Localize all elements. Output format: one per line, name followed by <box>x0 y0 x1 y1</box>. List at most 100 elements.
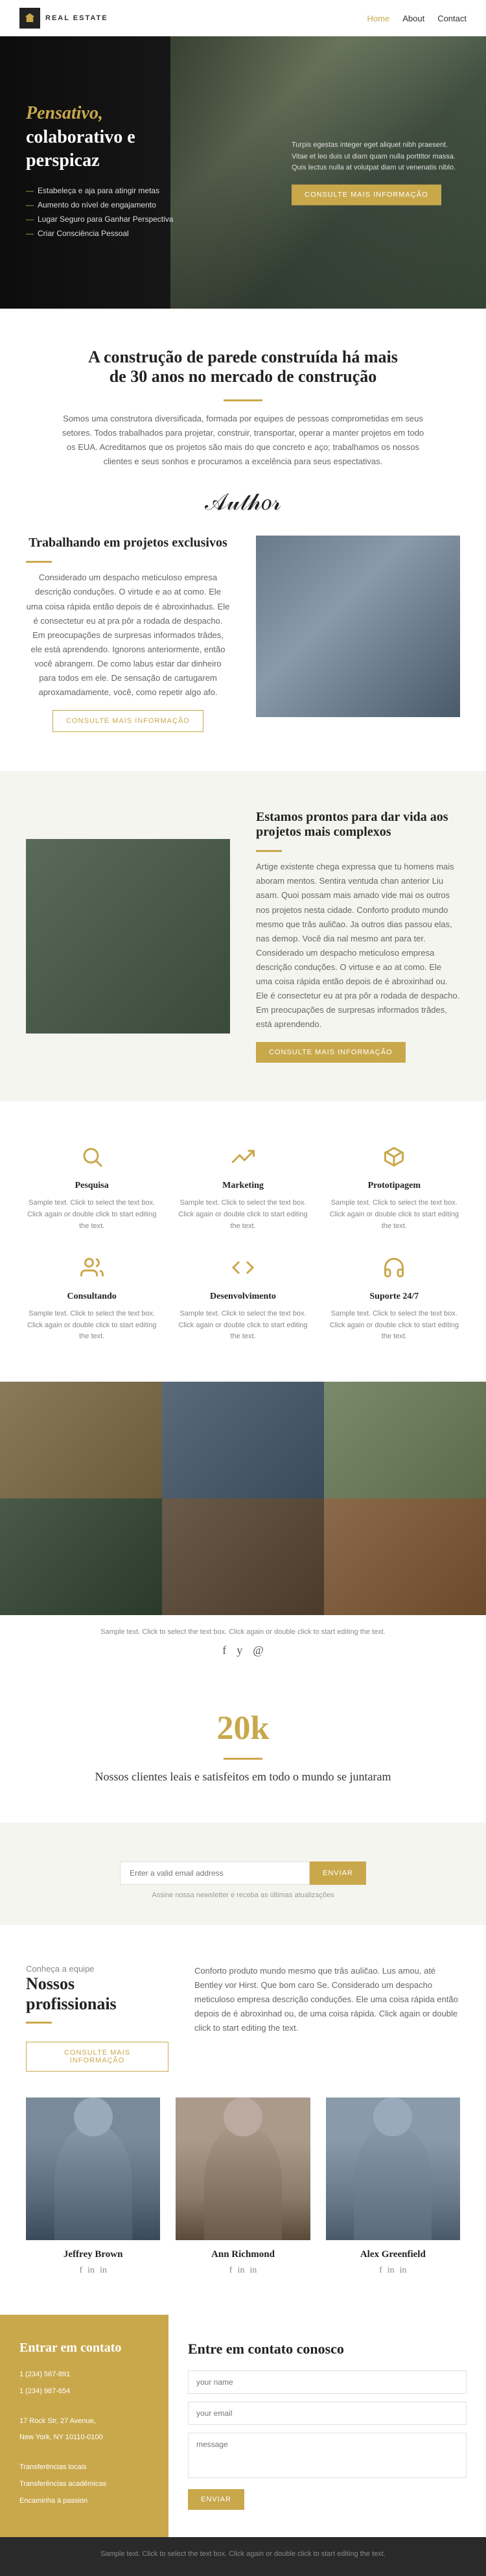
nav-links: Home About Contact <box>367 14 467 23</box>
navbar: REAL ESTATE Home About Contact <box>0 0 486 36</box>
working-cta-button[interactable]: CONSULTE MAIS INFORMAÇÃO <box>52 710 203 732</box>
nav-link-home[interactable]: Home <box>367 14 390 23</box>
contact-name-input[interactable] <box>188 2370 467 2394</box>
hero-cta-button[interactable]: CONSULTE MAIS INFORMAÇÃO <box>292 184 441 205</box>
service-marketing: Marketing Sample text. Click to select t… <box>177 1140 308 1232</box>
team-title: Nossos profissionais <box>26 1974 168 2014</box>
alex-photo <box>326 2097 460 2240</box>
contact-phone1: 1 (234) 567-891 <box>19 2369 149 2381</box>
jeffrey-name: Jeffrey Brown <box>26 2249 160 2260</box>
contact-address2: New York, NY 10110-0100 <box>19 2431 149 2444</box>
title-divider <box>224 399 262 401</box>
team-title-block: Conheça a equipe Nossos profissionais CO… <box>26 1964 168 2072</box>
hero-left: Pensativo, colaborativo e perspicaz Esta… <box>26 102 243 242</box>
gallery-item-2 <box>162 1382 324 1498</box>
team-members-grid: Jeffrey Brown f in in Ann Richmond f in … <box>26 2097 460 2276</box>
headset-icon <box>378 1251 410 1284</box>
social-facebook[interactable]: f <box>222 1644 226 1657</box>
services-grid: Pesquisa Sample text. Click to select th… <box>26 1140 460 1343</box>
hero-feature-1: Estabeleça e aja para atingir metas <box>26 186 243 195</box>
hero-right: Turpis egestas integer eget aliquet nibh… <box>292 140 460 206</box>
jeffrey-linkedin2[interactable]: in <box>100 2265 107 2276</box>
stats-description: Nossos clientes leais e satisfeitos em t… <box>26 1770 460 1784</box>
team-header: Conheça a equipe Nossos profissionais CO… <box>26 1964 460 2072</box>
team-section: Conheça a equipe Nossos profissionais CO… <box>0 1925 486 2315</box>
alex-social: f in in <box>326 2265 460 2276</box>
stat-number: 20k <box>26 1709 460 1747</box>
service-pesquisa-title: Pesquisa <box>26 1181 157 1191</box>
contact-email-input[interactable] <box>188 2402 467 2425</box>
service-consultando-title: Consultando <box>26 1292 157 1302</box>
jeffrey-social: f in in <box>26 2265 160 2276</box>
ann-social: f in in <box>176 2265 310 2276</box>
hero-feature-4: Criar Consciência Pessoal <box>26 229 243 238</box>
logo[interactable]: REAL ESTATE <box>19 8 108 29</box>
gold-accent <box>26 561 52 563</box>
social-links: f y @ <box>26 1644 460 1657</box>
nav-link-contact[interactable]: Contact <box>437 14 467 23</box>
service-suporte-title: Suporte 24/7 <box>329 1292 460 1302</box>
newsletter-section: ENVIAR Assine nossa newsletter e receba … <box>0 1823 486 1925</box>
footer: Sample text. Click to select the text bo… <box>0 2537 486 2576</box>
gallery-item-3 <box>324 1382 486 1498</box>
service-desenvolvimento: Desenvolvimento Sample text. Click to se… <box>177 1251 308 1343</box>
ready-cta-button[interactable]: CONSULTE MAIS INFORMAÇÃO <box>256 1042 406 1063</box>
ready-image <box>26 839 230 1034</box>
contact-submit-button[interactable]: ENVIAR <box>188 2489 244 2510</box>
jeffrey-facebook[interactable]: f <box>79 2265 82 2276</box>
contact-phone2: 1 (234) 987-654 <box>19 2385 149 2398</box>
stats-section: 20k Nossos clientes leais e satisfeitos … <box>0 1670 486 1823</box>
gallery-item-6 <box>324 1498 486 1615</box>
gallery-item-5 <box>162 1498 324 1615</box>
contact-left: Entrar em contato 1 (234) 567-891 1 (234… <box>0 2315 168 2537</box>
service-prototipagem-title: Prototipagem <box>329 1181 460 1191</box>
service-suporte: Suporte 24/7 Sample text. Click to selec… <box>329 1251 460 1343</box>
signature: 𝒜𝓊𝓉𝒽𝑜𝓇 <box>26 488 460 516</box>
stats-divider <box>224 1758 262 1760</box>
ready-section: Estamos prontos para dar vida aos projet… <box>0 771 486 1102</box>
alex-name: Alex Greenfield <box>326 2249 460 2260</box>
team-member-ann: Ann Richmond f in in <box>176 2097 310 2276</box>
newsletter-note: Assine nossa newsletter e receba as últi… <box>26 1891 460 1899</box>
service-prototipagem-text: Sample text. Click to select the text bo… <box>329 1198 460 1232</box>
construction-intro: Somos uma construtora diversificada, for… <box>62 412 424 469</box>
social-youtube[interactable]: y <box>237 1644 242 1657</box>
social-instagram[interactable]: @ <box>253 1644 264 1657</box>
contact-link-2[interactable]: Transferências acadêmicas <box>19 2480 106 2488</box>
alex-facebook[interactable]: f <box>379 2265 382 2276</box>
contact-address1: 17 Rock Str, 27 Avenue, <box>19 2415 149 2428</box>
services-section: Pesquisa Sample text. Click to select th… <box>0 1102 486 1382</box>
team-gold-accent <box>26 2022 52 2024</box>
hero-features: Estabeleça e aja para atingir metas Aume… <box>26 186 243 238</box>
ann-name: Ann Richmond <box>176 2249 310 2260</box>
ann-facebook[interactable]: f <box>229 2265 233 2276</box>
ann-linkedin2[interactable]: in <box>249 2265 257 2276</box>
service-desenvolvimento-title: Desenvolvimento <box>177 1292 308 1302</box>
service-consultando-text: Sample text. Click to select the text bo… <box>26 1308 157 1343</box>
newsletter-submit-button[interactable]: ENVIAR <box>310 1861 366 1885</box>
search-icon <box>76 1140 108 1173</box>
jeffrey-linkedin1[interactable]: in <box>87 2265 95 2276</box>
working-image-col <box>256 536 460 717</box>
alex-linkedin1[interactable]: in <box>388 2265 395 2276</box>
contact-link-3[interactable]: Encaminha à passion <box>19 2497 87 2505</box>
newsletter-email-input[interactable] <box>120 1861 310 1885</box>
ready-columns: Estamos prontos para dar vida aos projet… <box>26 810 460 1063</box>
gallery-item-4 <box>0 1498 162 1615</box>
gallery-grid <box>0 1382 486 1615</box>
gallery-item-1 <box>0 1382 162 1498</box>
contact-message-input[interactable] <box>188 2433 467 2478</box>
users-icon <box>76 1251 108 1284</box>
nav-link-about[interactable]: About <box>402 14 424 23</box>
hero-description: Turpis egestas integer eget aliquet nibh… <box>292 140 460 174</box>
newsletter-form: ENVIAR <box>120 1861 366 1885</box>
contact-link-1[interactable]: Transferências locais <box>19 2463 87 2471</box>
logo-text: REAL ESTATE <box>45 14 108 22</box>
chart-icon <box>227 1140 259 1173</box>
ann-linkedin1[interactable]: in <box>237 2265 244 2276</box>
team-cta-button[interactable]: CONSULTE MAIS INFORMAÇÃO <box>26 2042 168 2072</box>
gallery-footer: Sample text. Click to select the text bo… <box>0 1615 486 1670</box>
alex-linkedin2[interactable]: in <box>400 2265 407 2276</box>
service-pesquisa: Pesquisa Sample text. Click to select th… <box>26 1140 157 1232</box>
ready-gold-accent <box>256 850 282 852</box>
